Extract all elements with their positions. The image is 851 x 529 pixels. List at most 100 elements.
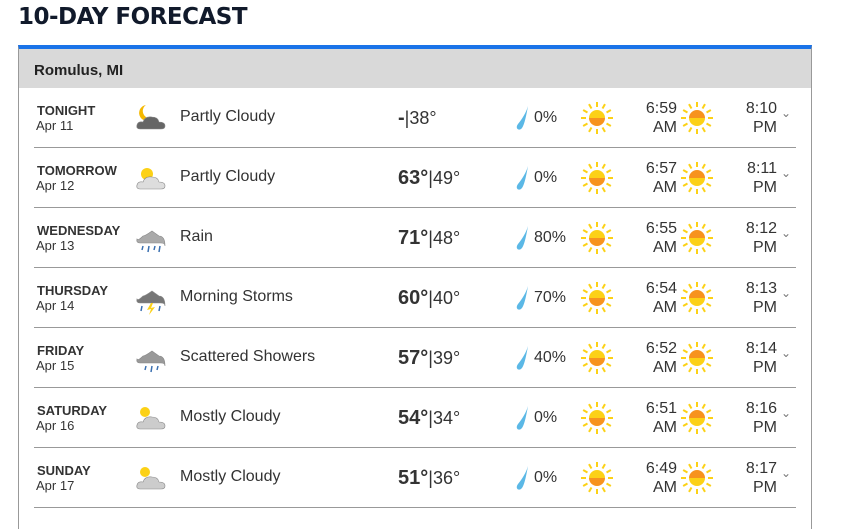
raindrop-icon bbox=[516, 226, 528, 250]
precip-chance: 80% bbox=[534, 229, 567, 246]
day-name: WEDNESDAY bbox=[37, 223, 121, 238]
temperatures: 57°|39° bbox=[398, 347, 461, 369]
raindrop-icon bbox=[516, 346, 528, 370]
raindrop-icon bbox=[516, 286, 528, 310]
sunrise-time: 6:54 AM bbox=[645, 280, 677, 316]
low-temp: 36° bbox=[432, 468, 461, 488]
condition-text: Partly Cloudy bbox=[180, 168, 276, 185]
high-temp: 63° bbox=[398, 167, 429, 189]
temperatures: 60°|40° bbox=[398, 287, 461, 309]
forecast-row[interactable]: WEDNESDAY Apr 13 Rain 71°|48° 80% 6:55 AM… bbox=[34, 208, 796, 268]
sunrise-time: 6:59 AM bbox=[645, 100, 677, 136]
chevron-down-icon[interactable]: ⌄ bbox=[781, 406, 791, 420]
storm-icon bbox=[136, 290, 166, 315]
chevron-down-icon[interactable]: ⌄ bbox=[781, 466, 791, 480]
forecast-row[interactable]: THURSDAY Apr 14 Morning Storms 60°|40° 7… bbox=[34, 268, 796, 328]
temperatures: -|38° bbox=[398, 107, 437, 129]
precip-chance: 0% bbox=[534, 169, 558, 186]
sunset-time: 8:13 PM bbox=[745, 280, 777, 316]
day-name: THURSDAY bbox=[37, 283, 109, 298]
day-name: SUNDAY bbox=[37, 463, 91, 478]
low-temp: 49° bbox=[432, 168, 461, 188]
precip-chance: 0% bbox=[534, 469, 558, 486]
partly-cloudy-icon bbox=[136, 168, 166, 190]
sunset-icon bbox=[681, 462, 713, 494]
page-title: 10-DAY FORECAST bbox=[18, 4, 248, 30]
day-date: Apr 12 bbox=[36, 178, 75, 193]
low-temp: 40° bbox=[432, 288, 461, 308]
sunrise-time: 6:49 AM bbox=[645, 460, 677, 496]
high-temp: 54° bbox=[398, 407, 429, 429]
forecast-row[interactable]: SUNDAY Apr 17 Mostly Cloudy 51°|36° 0% 6… bbox=[34, 448, 796, 508]
rain-icon bbox=[136, 230, 166, 253]
day-date: Apr 14 bbox=[36, 298, 75, 313]
forecast-row[interactable]: TOMORROW Apr 12 Partly Cloudy 63°|49° 0%… bbox=[34, 148, 796, 208]
forecast-row[interactable]: TONIGHT Apr 11 Partly Cloudy -|38° 0% 6:… bbox=[34, 88, 796, 148]
sunset-time: 8:14 PM bbox=[745, 340, 777, 376]
condition-text: Scattered Showers bbox=[180, 348, 316, 365]
condition-text: Partly Cloudy bbox=[180, 108, 276, 125]
precip-chance: 70% bbox=[534, 289, 567, 306]
high-temp: 60° bbox=[398, 287, 429, 309]
chevron-down-icon[interactable]: ⌄ bbox=[781, 166, 791, 180]
sunset-icon bbox=[681, 222, 713, 254]
sunrise-icon bbox=[581, 162, 613, 194]
day-date: Apr 11 bbox=[36, 118, 74, 133]
chevron-down-icon[interactable]: ⌄ bbox=[781, 286, 791, 300]
raindrop-icon bbox=[516, 466, 528, 490]
chevron-down-icon[interactable]: ⌄ bbox=[781, 346, 791, 360]
day-name: TOMORROW bbox=[37, 163, 117, 178]
precip-chance: 0% bbox=[534, 409, 558, 426]
high-temp: 57° bbox=[398, 347, 429, 369]
high-temp: 71° bbox=[398, 227, 429, 249]
sunset-icon bbox=[681, 402, 713, 434]
showers-icon bbox=[136, 350, 166, 373]
sunset-icon bbox=[681, 342, 713, 374]
sunset-time: 8:16 PM bbox=[745, 400, 777, 436]
chevron-down-icon[interactable]: ⌄ bbox=[781, 106, 791, 120]
forecast-row[interactable]: SATURDAY Apr 16 Mostly Cloudy 54°|34° 0%… bbox=[34, 388, 796, 448]
low-temp: 39° bbox=[432, 348, 461, 368]
sunset-icon bbox=[681, 162, 713, 194]
day-name: TONIGHT bbox=[37, 103, 96, 118]
sunrise-icon bbox=[581, 102, 613, 134]
sunrise-time: 6:57 AM bbox=[645, 160, 677, 196]
day-date: Apr 15 bbox=[36, 358, 75, 373]
condition-text: Rain bbox=[180, 228, 213, 245]
low-temp: 34° bbox=[432, 408, 461, 428]
sunrise-time: 6:51 AM bbox=[645, 400, 677, 436]
temperatures: 51°|36° bbox=[398, 467, 461, 489]
sunset-icon bbox=[681, 102, 713, 134]
low-temp: 38° bbox=[409, 108, 437, 128]
day-date: Apr 13 bbox=[36, 238, 75, 253]
forecast-row[interactable]: FRIDAY Apr 15 Scattered Showers 57°|39° … bbox=[34, 328, 796, 388]
day-date: Apr 17 bbox=[36, 478, 75, 493]
temperatures: 63°|49° bbox=[398, 167, 461, 189]
high-temp: - bbox=[398, 107, 405, 129]
high-temp: 51° bbox=[398, 467, 429, 489]
chevron-down-icon[interactable]: ⌄ bbox=[781, 226, 791, 240]
sunset-time: 8:11 PM bbox=[747, 160, 777, 196]
mostly-cloudy-icon bbox=[136, 407, 166, 430]
sunset-time: 8:10 PM bbox=[745, 100, 777, 136]
day-date: Apr 16 bbox=[36, 418, 75, 433]
condition-text: Mostly Cloudy bbox=[180, 468, 281, 485]
night-partly-cloudy-icon bbox=[136, 105, 166, 130]
sunrise-icon bbox=[581, 342, 613, 374]
low-temp: 48° bbox=[432, 228, 461, 248]
raindrop-icon bbox=[516, 406, 528, 430]
condition-text: Mostly Cloudy bbox=[180, 408, 281, 425]
raindrop-icon bbox=[516, 166, 528, 190]
temperatures: 71°|48° bbox=[398, 227, 461, 249]
condition-text: Morning Storms bbox=[180, 288, 293, 305]
forecast-card: Romulus, MI TONIGHT Apr 11 Partly Cloudy… bbox=[18, 45, 812, 529]
precip-chance: 0% bbox=[534, 109, 558, 126]
sunrise-icon bbox=[581, 222, 613, 254]
sunrise-icon bbox=[581, 402, 613, 434]
precip-chance: 40% bbox=[534, 349, 567, 366]
sunset-time: 8:17 PM bbox=[745, 460, 777, 496]
raindrop-icon bbox=[516, 106, 528, 130]
sunrise-time: 6:55 AM bbox=[645, 220, 677, 256]
sunset-icon bbox=[681, 282, 713, 314]
day-name: FRIDAY bbox=[37, 343, 85, 358]
